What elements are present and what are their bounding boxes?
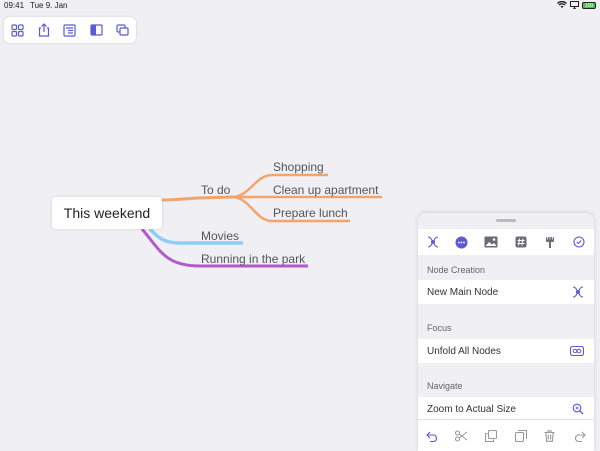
undo-icon[interactable]	[425, 428, 441, 444]
unfold-icon	[570, 346, 584, 356]
panel-bottom-bar	[418, 419, 594, 451]
unfold-all-nodes-row[interactable]: Unfold All Nodes	[418, 339, 594, 363]
node-shopping[interactable]: Shopping	[273, 160, 324, 174]
zoom-icon	[572, 403, 584, 415]
root-node[interactable]: This weekend	[52, 197, 162, 229]
section-title-focus: Focus	[427, 323, 452, 333]
cut-icon[interactable]	[454, 428, 470, 444]
panel-tabs	[418, 229, 594, 255]
node-layout-icon[interactable]	[424, 233, 442, 251]
node-running[interactable]: Running in the park	[201, 252, 306, 266]
inspector-panel: Node Creation New Main Node Focus Unfold…	[418, 213, 594, 451]
node-clean-up[interactable]: Clean up apartment	[273, 183, 379, 197]
image-icon[interactable]	[482, 233, 500, 251]
node-prepare-lunch[interactable]: Prepare lunch	[273, 206, 348, 220]
more-icon[interactable]	[453, 233, 471, 251]
section-title-node-creation: Node Creation	[427, 265, 486, 275]
node-todo[interactable]: To do	[201, 183, 231, 197]
panel-grabber[interactable]	[496, 219, 516, 222]
zoom-actual-size-label: Zoom to Actual Size	[427, 403, 516, 415]
zoom-actual-size-row[interactable]: Zoom to Actual Size	[418, 397, 594, 421]
section-title-navigate: Navigate	[427, 381, 463, 391]
new-node-icon	[572, 286, 584, 298]
branch-line-todo	[161, 195, 233, 202]
new-main-node-label: New Main Node	[427, 286, 499, 298]
paste-icon[interactable]	[513, 428, 529, 444]
node-movies[interactable]: Movies	[201, 229, 239, 243]
redo-icon[interactable]	[571, 428, 587, 444]
copy-icon[interactable]	[483, 428, 499, 444]
paint-icon[interactable]	[541, 233, 559, 251]
checkmark-icon[interactable]	[570, 233, 588, 251]
delete-icon[interactable]	[542, 428, 558, 444]
tag-icon[interactable]	[512, 233, 530, 251]
new-main-node-row[interactable]: New Main Node	[418, 280, 594, 304]
unfold-all-nodes-label: Unfold All Nodes	[427, 345, 501, 357]
